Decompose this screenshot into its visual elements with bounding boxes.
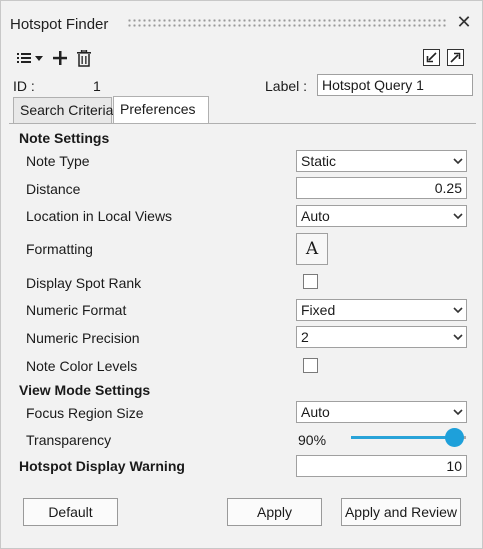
numeric-precision-value: 2	[301, 329, 309, 345]
title-bar: Hotspot Finder ✕	[1, 1, 482, 47]
note-type-value: Static	[301, 153, 337, 169]
plus-icon	[53, 51, 67, 65]
chevron-down-icon	[35, 56, 43, 61]
spot-rank-checkbox[interactable]	[303, 274, 318, 289]
distance-label: Distance	[26, 181, 81, 197]
numeric-format-label: Numeric Format	[26, 302, 127, 318]
display-warning-input[interactable]: 10	[296, 455, 467, 477]
transparency-label: Transparency	[26, 432, 112, 448]
apply-and-review-button[interactable]: Apply and Review	[341, 498, 461, 526]
distance-input[interactable]: 0.25	[296, 177, 467, 199]
formatting-button[interactable]: A	[296, 233, 328, 265]
transparency-slider-thumb[interactable]	[445, 428, 464, 447]
chevron-down-icon	[453, 307, 463, 314]
location-value: Auto	[301, 208, 330, 224]
collapse-button[interactable]	[423, 49, 440, 66]
transparency-value: 90%	[298, 432, 327, 448]
note-type-dropdown[interactable]: Static	[296, 150, 467, 172]
trash-icon	[77, 49, 91, 67]
chevron-down-icon	[453, 334, 463, 341]
color-levels-checkbox[interactable]	[303, 358, 318, 373]
location-label: Location in Local Views	[26, 208, 173, 224]
numeric-precision-dropdown[interactable]: 2	[296, 326, 467, 348]
list-menu-button[interactable]	[15, 48, 47, 68]
hotspot-finder-panel: Hotspot Finder ✕ ID : 1 Label: Hotspot …	[0, 0, 483, 549]
focus-region-label: Focus Region Size	[26, 405, 144, 421]
focus-region-dropdown[interactable]: Auto	[296, 401, 467, 423]
expand-icon	[450, 52, 461, 63]
delete-button[interactable]	[75, 48, 93, 68]
id-value: 1	[93, 78, 101, 94]
id-label: ID :	[13, 78, 35, 94]
tab-search-criteria[interactable]: Search Criteria	[13, 97, 113, 123]
numeric-precision-label: Numeric Precision	[26, 330, 140, 346]
chevron-down-icon	[453, 409, 463, 416]
display-warning-label: Hotspot Display Warning	[19, 458, 185, 474]
formatting-label: Formatting	[26, 241, 93, 257]
chevron-down-icon	[453, 158, 463, 165]
add-button[interactable]	[52, 48, 68, 68]
collapse-icon	[426, 52, 437, 63]
apply-button[interactable]: Apply	[227, 498, 322, 526]
expand-button[interactable]	[447, 49, 464, 66]
tab-preferences[interactable]: Preferences	[113, 96, 209, 123]
color-levels-label: Note Color Levels	[26, 358, 138, 374]
transparency-slider-track[interactable]	[351, 436, 455, 439]
spot-rank-label: Display Spot Rank	[26, 275, 142, 291]
note-type-label: Note Type	[26, 153, 90, 169]
focus-region-value: Auto	[301, 404, 330, 420]
drag-grip[interactable]	[127, 18, 447, 28]
location-dropdown[interactable]: Auto	[296, 205, 467, 227]
panel-title: Hotspot Finder	[10, 16, 109, 33]
close-icon[interactable]: ✕	[455, 13, 473, 31]
view-mode-heading: View Mode Settings	[19, 382, 151, 398]
numeric-format-value: Fixed	[301, 302, 336, 318]
numeric-format-dropdown[interactable]: Fixed	[296, 299, 467, 321]
list-icon	[17, 53, 43, 63]
chevron-down-icon	[453, 213, 463, 220]
note-settings-heading: Note Settings	[19, 130, 110, 146]
label-label: Label :	[265, 78, 308, 94]
default-button[interactable]: Default	[23, 498, 118, 526]
label-input[interactable]: Hotspot Query 1	[317, 74, 473, 96]
